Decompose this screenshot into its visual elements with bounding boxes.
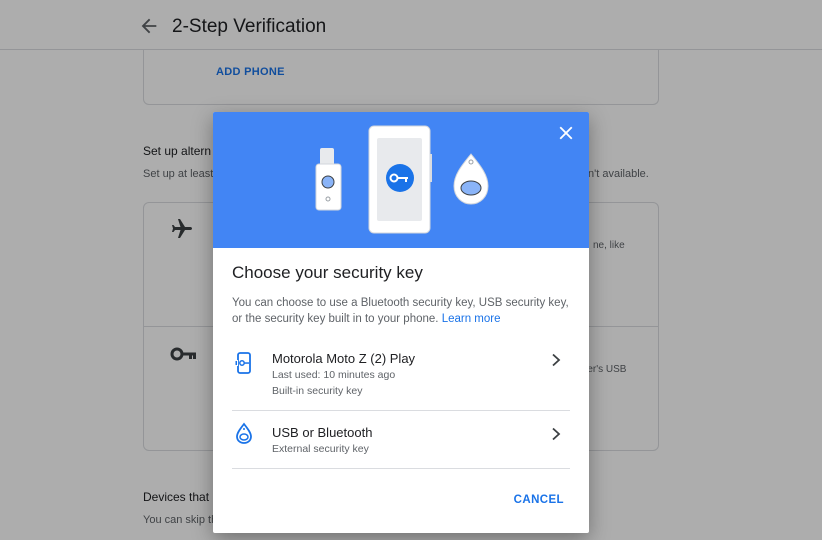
dialog-title: Choose your security key	[232, 263, 423, 282]
bluetooth-key-icon	[236, 422, 252, 444]
chevron-right-icon	[552, 353, 561, 367]
security-key-dialog: Choose your security key You can choose …	[213, 112, 589, 533]
learn-more-link[interactable]: Learn more	[442, 313, 501, 325]
close-icon[interactable]	[555, 122, 577, 144]
chevron-right-icon	[552, 427, 561, 441]
option-type: External security key	[272, 443, 369, 455]
option-usb-bluetooth[interactable]: USB or Bluetooth External security key	[232, 412, 570, 469]
option-builtin-key[interactable]: Motorola Moto Z (2) Play Last used: 10 m…	[232, 340, 570, 411]
cancel-button[interactable]: CANCEL	[514, 494, 564, 506]
phone-key-icon	[235, 352, 251, 374]
dialog-hero	[213, 112, 589, 248]
dialog-description: You can choose to use a Bluetooth securi…	[232, 295, 572, 327]
description-text: You can choose to use a Bluetooth securi…	[232, 297, 569, 325]
security-keys-illustration	[315, 125, 489, 234]
option-last-used: Last used: 10 minutes ago	[272, 369, 396, 381]
option-type: Built-in security key	[272, 385, 363, 397]
option-title: Motorola Moto Z (2) Play	[272, 351, 416, 366]
option-title: USB or Bluetooth	[272, 425, 373, 440]
